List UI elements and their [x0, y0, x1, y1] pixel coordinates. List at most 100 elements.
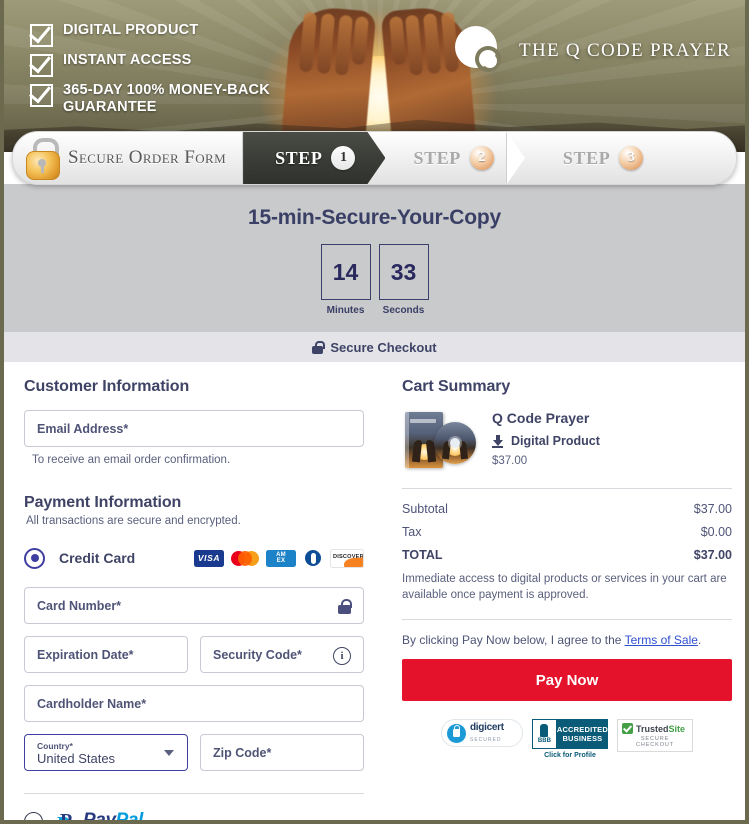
- payment-information-heading: Payment Information: [24, 494, 182, 511]
- paypal-p-icon: PP: [57, 810, 73, 824]
- product-type-row: Digital Product: [492, 434, 600, 448]
- payment-subnote: All transactions are secure and encrypte…: [26, 515, 241, 527]
- benefit-item: INSTANT ACCESS: [30, 52, 313, 77]
- digicert-lock-icon: [447, 723, 466, 743]
- security-code-field[interactable]: Security Code* i: [200, 636, 364, 673]
- country-select[interactable]: Country* United States: [24, 734, 188, 771]
- agree-divider: [402, 619, 732, 620]
- terms-of-sale-link[interactable]: Terms of Sale: [625, 633, 698, 647]
- email-field[interactable]: Email Address*: [24, 410, 364, 447]
- credit-card-option[interactable]: Credit Card VISA AM EX DISCOVER: [24, 545, 364, 571]
- product-name: Q Code Prayer: [492, 410, 590, 426]
- product-thumbnail: [402, 410, 476, 472]
- tax-label: Tax: [402, 525, 422, 539]
- terms-suffix: .: [697, 633, 702, 647]
- checkmark-icon: [30, 54, 53, 77]
- paypal-radio[interactable]: [24, 811, 43, 820]
- countdown-minutes: 14 Minutes: [320, 244, 371, 316]
- step-1[interactable]: STEP 1: [243, 132, 385, 184]
- product-type-label: Digital Product: [511, 434, 600, 448]
- country-label: Country*: [37, 740, 73, 751]
- step-3-label: STEP: [562, 147, 611, 168]
- hero-benefits-list: DIGITAL PRODUCT INSTANT ACCESS 365-DAY 1…: [30, 22, 313, 121]
- diners-club-icon: [302, 549, 324, 567]
- step-3[interactable]: STEP 3: [541, 132, 657, 184]
- subtotal-value: $37.00: [693, 502, 732, 516]
- form-column: Customer Information Email Address* To r…: [24, 378, 364, 824]
- cardholder-name-field[interactable]: Cardholder Name*: [24, 685, 364, 722]
- credit-card-radio[interactable]: [24, 547, 45, 569]
- step-3-number: 3: [619, 146, 644, 170]
- benefit-item: 365-DAY 100% MONEY-BACK GUARANTEE: [30, 82, 313, 116]
- q-circle-icon: [455, 26, 505, 76]
- card-number-placeholder: Card Number*: [37, 598, 122, 613]
- bbb-line-1: ACCREDITED: [556, 725, 608, 734]
- card-details-row: Expiration Date* Security Code* i: [24, 636, 364, 673]
- hero-banner: DIGITAL PRODUCT INSTANT ACCESS 365-DAY 1…: [4, 0, 745, 152]
- bbb-click-for-profile[interactable]: Click for Profile: [532, 752, 608, 759]
- subtotal-row: Subtotal $37.00: [402, 502, 732, 516]
- info-icon[interactable]: i: [333, 647, 351, 665]
- countdown-seconds: 33 Seconds: [378, 244, 429, 316]
- expiration-date-field[interactable]: Expiration Date*: [24, 636, 188, 673]
- trustedsite-name-b: Site: [668, 723, 686, 734]
- subtotal-label: Subtotal: [402, 502, 448, 516]
- step-2[interactable]: STEP 2: [391, 132, 507, 184]
- countdown-title: 15-min-Secure-Your-Copy: [248, 206, 501, 229]
- download-icon: [492, 434, 503, 448]
- secure-checkout-bar: Secure Checkout: [4, 332, 745, 362]
- trustedsite-check-icon: [622, 723, 633, 734]
- countdown-seconds-value: 33: [378, 244, 429, 300]
- benefit-label: INSTANT ACCESS: [63, 52, 192, 68]
- cart-column: Cart Summary Q Code Prayer Digital Produ…: [402, 378, 732, 820]
- paypal-option[interactable]: PP PayPal: [24, 810, 364, 824]
- card-brand-logos: VISA AM EX DISCOVER: [194, 548, 364, 568]
- pay-now-button[interactable]: Pay Now: [402, 659, 732, 701]
- cart-summary-heading: Cart Summary: [402, 378, 511, 395]
- zip-code-field[interactable]: Zip Code*: [200, 734, 364, 771]
- digicert-badge[interactable]: digicert SECURED: [441, 719, 523, 747]
- terms-prefix: By clicking Pay Now below, I agree to th…: [402, 633, 625, 647]
- product-details: Q Code Prayer Digital Product $37.00: [492, 410, 600, 467]
- mastercard-icon: [230, 549, 260, 567]
- countdown-minutes-value: 14: [320, 244, 371, 300]
- bbb-torch-icon: BBB: [532, 719, 557, 749]
- country-zip-row: Country* United States Zip Code*: [24, 734, 364, 771]
- countdown-boxes: 14 Minutes 33 Seconds: [4, 244, 745, 316]
- email-placeholder: Email Address*: [37, 421, 129, 436]
- customer-information-heading: Customer Information: [24, 378, 190, 395]
- total-row: TOTAL $37.00: [402, 548, 732, 562]
- step-2-number: 2: [469, 146, 494, 170]
- tax-row: Tax $0.00: [402, 525, 732, 539]
- benefit-label: 365-DAY 100% MONEY-BACK GUARANTEE: [63, 82, 270, 115]
- zip-code-placeholder: Zip Code*: [213, 745, 272, 760]
- secure-lock-icon: [338, 599, 353, 614]
- product-price: $37.00: [492, 455, 528, 467]
- trust-badges: digicert SECURED BBB ACCREDITED BUSINESS…: [402, 719, 732, 759]
- chevron-down-icon[interactable]: [164, 750, 174, 756]
- trustedsite-badge[interactable]: TrustedSite SECURE CHECKOUT: [617, 719, 693, 752]
- digicert-name: digicert: [470, 722, 504, 733]
- countdown-section: 15-min-Secure-Your-Copy 14 Minutes 33 Se…: [4, 184, 745, 332]
- countdown-minutes-label: Minutes: [326, 305, 365, 316]
- step-chevron-divider: [506, 132, 525, 184]
- brand-name: THE Q CODE PRAYER: [519, 40, 731, 61]
- paypal-logo: PP PayPal: [57, 810, 144, 824]
- total-label: TOTAL: [402, 548, 443, 562]
- cart-divider: [402, 488, 732, 489]
- product-disc-image: [434, 422, 476, 464]
- email-helper-text: To receive an email order confirmation.: [32, 454, 231, 466]
- cart-product-row: Q Code Prayer Digital Product $37.00: [402, 410, 732, 472]
- total-value: $37.00: [693, 548, 732, 562]
- card-number-field[interactable]: Card Number*: [24, 587, 364, 624]
- checkout-body: Customer Information Email Address* To r…: [4, 362, 745, 824]
- padlock-icon: [25, 138, 60, 180]
- expiration-date-placeholder: Expiration Date*: [37, 647, 134, 662]
- tax-value: $0.00: [700, 525, 732, 539]
- bbb-badge[interactable]: BBB ACCREDITED BUSINESS Click for Profil…: [532, 719, 608, 759]
- countdown-seconds-label: Seconds: [382, 305, 425, 316]
- discover-icon: DISCOVER: [330, 548, 364, 568]
- secure-checkout-label: Secure Checkout: [330, 339, 437, 355]
- paypal-label-pal: Pal: [115, 810, 144, 824]
- step-progress-bar: Secure Order Form STEP 1 STEP 2 STEP 3: [12, 131, 737, 185]
